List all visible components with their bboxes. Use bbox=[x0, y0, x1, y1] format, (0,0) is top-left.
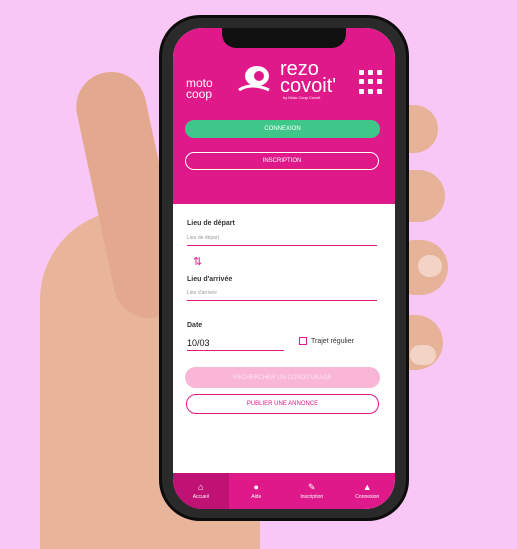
brand-tagline: by Moto Coop Covoit bbox=[283, 95, 321, 100]
nav-item-aide[interactable]: ● Aide bbox=[229, 473, 285, 509]
depart-input[interactable]: Lieu de départ bbox=[187, 235, 377, 246]
rider-logo-icon bbox=[238, 66, 270, 92]
moto-coop-logo: moto coop bbox=[186, 76, 213, 101]
nav-label: Accueil bbox=[192, 493, 209, 500]
date-label: Date bbox=[187, 322, 203, 329]
header-panel: moto coop rezo covoit' by Moto Coop Covo… bbox=[173, 28, 395, 204]
inscription-button[interactable]: INSCRIPTION bbox=[185, 152, 379, 170]
bottom-nav: ⌂ Accueil ● Aide ✎ Inscription ▲ Connexi… bbox=[173, 473, 395, 509]
pencil-icon: ✎ bbox=[307, 481, 316, 492]
nav-item-inscription[interactable]: ✎ Inscription bbox=[284, 473, 340, 509]
checkbox-icon[interactable] bbox=[299, 337, 307, 345]
fingernail bbox=[410, 345, 436, 365]
depart-label: Lieu de départ bbox=[187, 220, 235, 227]
fingernail bbox=[418, 255, 442, 277]
nav-label: Aide bbox=[251, 493, 262, 500]
connexion-button[interactable]: CONNEXION bbox=[185, 120, 380, 138]
nav-label: Inscription bbox=[300, 493, 324, 500]
phone-notch bbox=[222, 28, 346, 48]
rezo-covoit-logo: rezo covoit' bbox=[280, 59, 337, 97]
arrivee-label: Lieu d'arrivée bbox=[187, 276, 233, 283]
menu-grid-icon[interactable] bbox=[359, 70, 383, 94]
user-icon: ▲ bbox=[362, 481, 372, 492]
arrivee-input[interactable]: Lieu d'arrivée bbox=[187, 290, 377, 301]
nav-item-connexion[interactable]: ▲ Connexion bbox=[340, 473, 396, 509]
search-button[interactable]: RECHERCHER UN COVOITURAGE bbox=[185, 367, 380, 388]
phone-screen: moto coop rezo covoit' by Moto Coop Covo… bbox=[173, 28, 395, 509]
scene: moto coop rezo covoit' by Moto Coop Covo… bbox=[0, 0, 517, 549]
brand-covoit-text: covoit' bbox=[280, 75, 337, 97]
swap-icon[interactable]: ⇅ bbox=[193, 255, 202, 268]
nav-label: Connexion bbox=[355, 493, 380, 500]
publish-button[interactable]: PUBLIER UNE ANNONCE bbox=[186, 394, 379, 414]
regular-trip-checkbox[interactable]: Trajet régulier bbox=[299, 337, 354, 345]
date-input[interactable]: 10/03 bbox=[187, 338, 284, 351]
help-icon: ● bbox=[253, 481, 259, 492]
home-icon: ⌂ bbox=[198, 481, 204, 492]
nav-item-accueil[interactable]: ⌂ Accueil bbox=[173, 473, 229, 509]
regular-trip-label: Trajet régulier bbox=[311, 337, 354, 345]
